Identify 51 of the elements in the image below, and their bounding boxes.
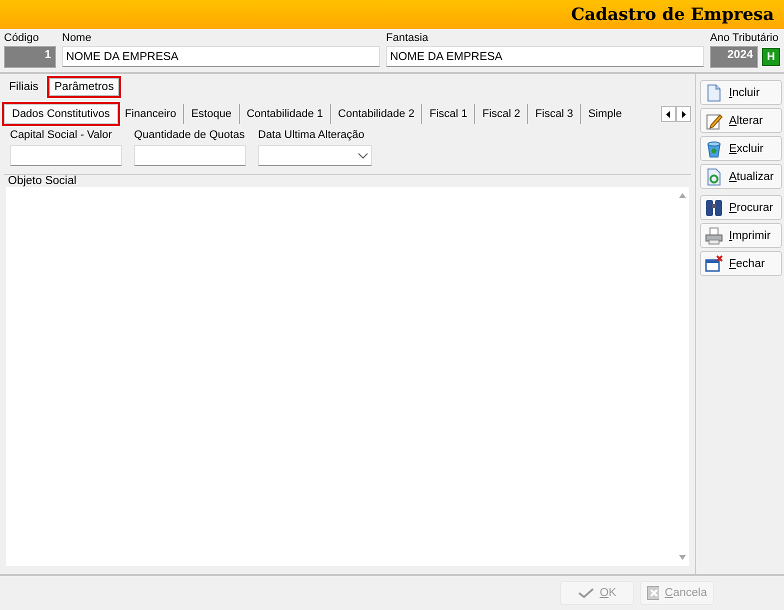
refresh-icon xyxy=(705,168,723,186)
date-dropdown[interactable] xyxy=(258,145,372,166)
tab[interactable]: Filiais xyxy=(4,78,44,96)
toolbar-button[interactable]: Excluir xyxy=(700,136,782,161)
tab[interactable]: Simple xyxy=(581,104,629,124)
tab[interactable]: Contabilidade 2 xyxy=(331,104,422,124)
scroll-up-icon xyxy=(678,193,686,198)
pencil-icon xyxy=(705,112,723,130)
binoculars-icon xyxy=(705,198,723,216)
tab[interactable]: Fiscal 1 xyxy=(422,104,476,124)
scroll-right-button[interactable] xyxy=(676,106,691,122)
printer-icon xyxy=(705,226,723,244)
scroll-left-button[interactable] xyxy=(661,106,676,122)
text-field[interactable]: NOME DA EMPRESA xyxy=(386,46,704,67)
cancel-icon xyxy=(647,586,659,600)
text-field[interactable] xyxy=(10,145,122,166)
window-title: Cadastro de Empresa xyxy=(571,4,774,24)
left-arrow-icon xyxy=(666,110,671,118)
tab[interactable]: Fiscal 3 xyxy=(528,104,582,124)
tab[interactable]: Fiscal 2 xyxy=(475,104,528,124)
field-label: Nome xyxy=(62,31,92,45)
group-label: Objeto Social xyxy=(7,175,78,187)
field-label: Quantidade de Quotas xyxy=(134,128,246,142)
toolbar-button[interactable]: Alterar xyxy=(700,108,782,133)
toolbar-button[interactable]: Imprimir xyxy=(700,223,782,248)
tab[interactable]: Dados Constitutivos xyxy=(4,104,118,124)
tab[interactable]: Contabilidade 1 xyxy=(240,104,332,124)
toolbar-button[interactable]: Fechar xyxy=(700,251,782,276)
field-label: Ano Tributário xyxy=(710,31,780,45)
chevron-down-icon xyxy=(358,152,368,158)
toolbar-button[interactable]: Procurar xyxy=(700,195,782,220)
tab[interactable]: Estoque xyxy=(184,104,240,124)
toolbar-button[interactable]: Incluir xyxy=(700,80,782,105)
page-icon xyxy=(705,84,723,102)
field-label: Fantasia xyxy=(386,31,430,45)
close-window-icon xyxy=(705,254,723,272)
checkmark-icon xyxy=(578,587,594,599)
field-label: Data Ultima Alteração xyxy=(258,128,366,142)
text-field[interactable] xyxy=(134,145,246,166)
scroll-down-icon xyxy=(678,555,686,560)
tab[interactable]: Parâmetros xyxy=(49,78,119,96)
field-label: Código xyxy=(4,31,40,45)
code-field[interactable]: 1 xyxy=(4,46,56,68)
text-field[interactable]: NOME DA EMPRESA xyxy=(62,46,380,67)
right-arrow-icon xyxy=(681,110,686,118)
toolbar-button[interactable]: Atualizar xyxy=(700,164,782,189)
year-field[interactable]: 2024 xyxy=(710,46,758,68)
tab[interactable]: Financeiro xyxy=(118,104,184,124)
field-label: Capital Social - Valor xyxy=(10,128,113,142)
bin-icon xyxy=(705,140,723,158)
h-button[interactable]: H xyxy=(762,48,780,66)
